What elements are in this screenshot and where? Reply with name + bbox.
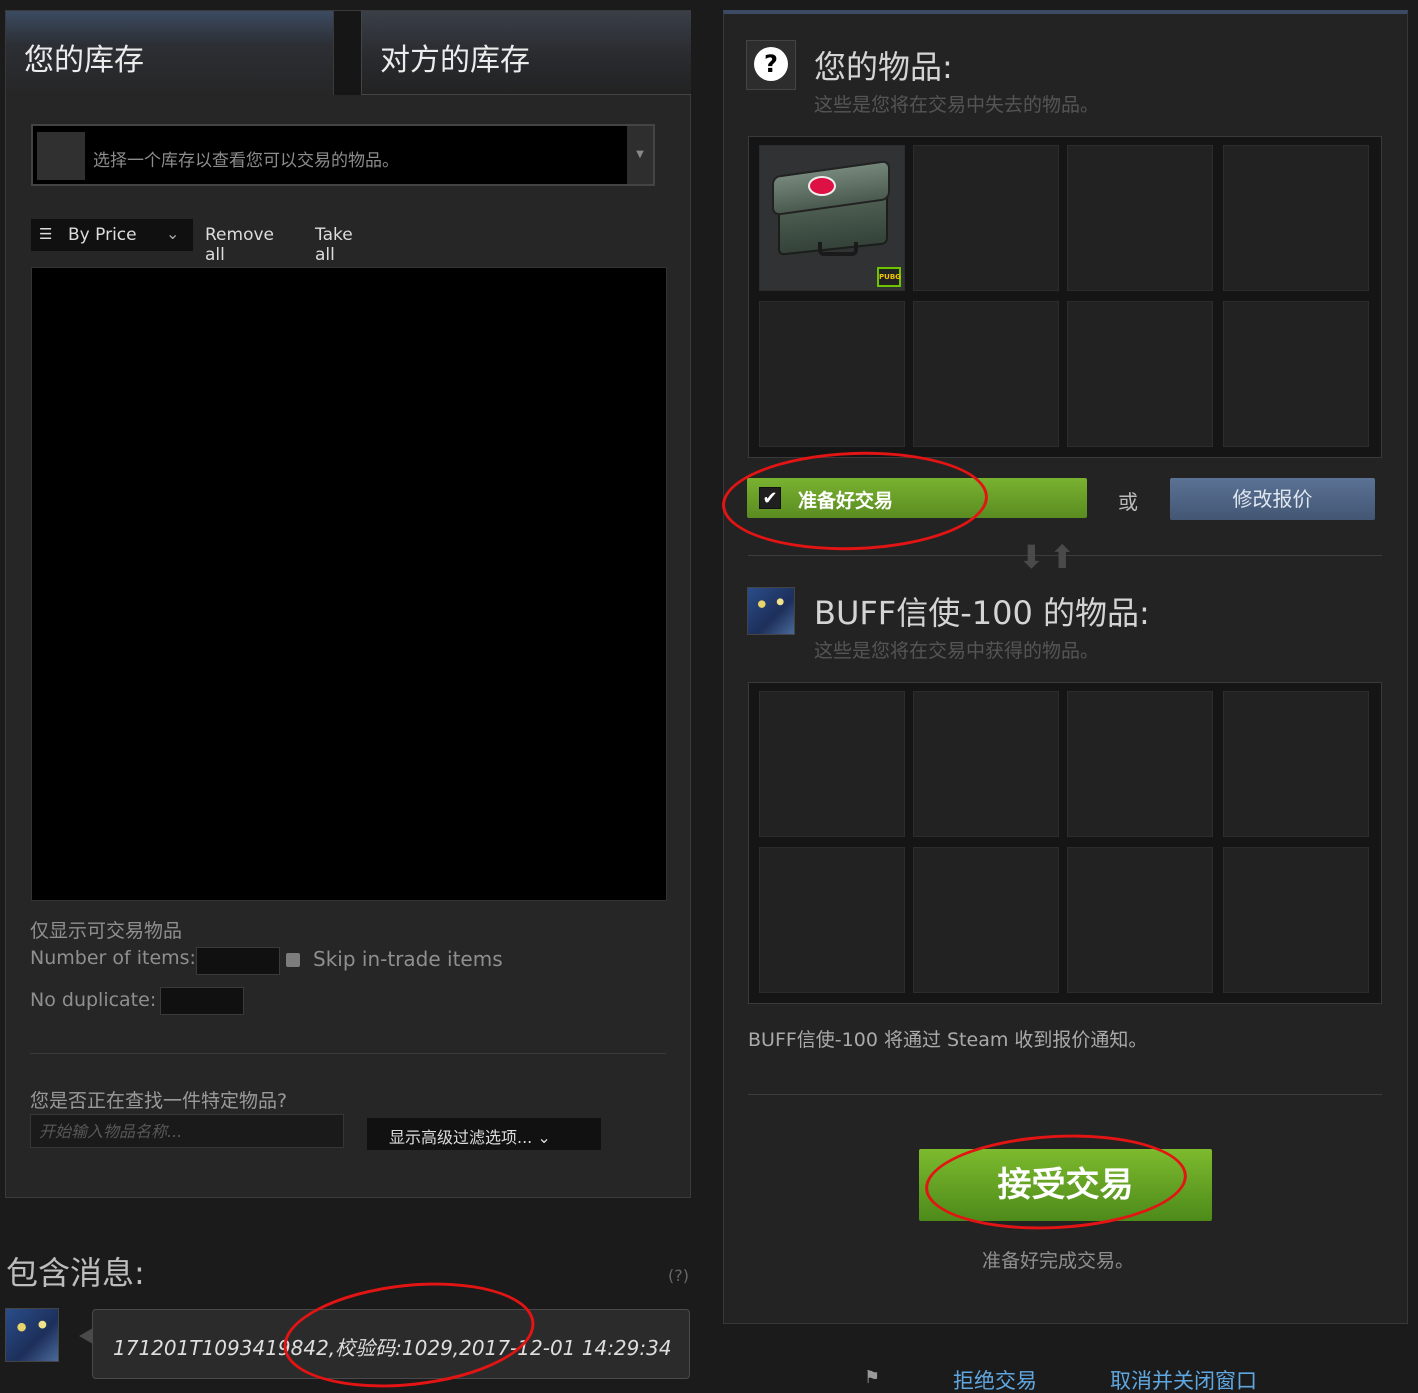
advanced-filter-label: 显示高级过滤选项... — [389, 1128, 533, 1147]
item-slot[interactable] — [759, 691, 905, 837]
chevron-down-icon: ⌄ — [537, 1128, 551, 1147]
number-of-items-label: Number of items: — [30, 947, 196, 969]
sort-icon: ☰ — [39, 225, 53, 243]
number-of-items-input[interactable] — [196, 947, 280, 975]
item-slot[interactable] — [913, 301, 1059, 447]
divider — [30, 1053, 666, 1054]
flag-icon[interactable]: ⚑ — [864, 1367, 888, 1388]
item-slot[interactable]: PUBG — [759, 145, 905, 291]
ready-to-trade-label: 准备好交易 — [798, 490, 894, 512]
no-duplicate-label: No duplicate: — [30, 989, 157, 1011]
ready-to-trade-button[interactable]: ✔ 准备好交易 — [747, 478, 1087, 518]
item-slot[interactable] — [1067, 691, 1213, 837]
divider — [748, 1094, 1382, 1095]
my-items-subtitle: 这些是您将在交易中失去的物品。 — [814, 94, 1100, 116]
item-slot[interactable] — [913, 145, 1059, 291]
item-slot[interactable] — [1223, 691, 1369, 837]
swap-arrows-icon: ⬇⬆ — [1018, 538, 1080, 576]
chevron-down-icon: ⌄ — [166, 224, 180, 243]
no-duplicate-input[interactable] — [160, 987, 244, 1015]
item-slot[interactable] — [1067, 847, 1213, 993]
dropdown-arrow-icon[interactable]: ▼ — [627, 126, 653, 184]
inventory-thumb — [37, 132, 85, 180]
checkbox-icon[interactable]: ✔ — [759, 487, 781, 509]
their-items-title: BUFF信使-100 的物品: — [814, 594, 1150, 632]
inventory-items-area — [31, 267, 667, 901]
item-slot[interactable] — [1067, 301, 1213, 447]
accept-trade-button[interactable]: 接受交易 — [919, 1149, 1212, 1221]
trade-message: 171201T1093419842,校验码:1029,2017-12-01 14… — [79, 1309, 690, 1379]
message-help-link[interactable]: (?) — [668, 1266, 689, 1285]
my-items-title: 您的物品: — [814, 48, 953, 86]
skip-in-trade-checkbox[interactable] — [286, 953, 300, 967]
ready-status-text: 准备好完成交易。 — [982, 1250, 1135, 1272]
my-items-grid: PUBG — [748, 136, 1382, 458]
change-offer-button[interactable]: 修改报价 — [1170, 478, 1375, 520]
only-tradable-label[interactable]: 仅显示可交易物品 — [30, 916, 182, 943]
skip-in-trade-label[interactable]: Skip in-trade items — [313, 947, 503, 971]
sort-dropdown[interactable]: ☰ By Price ⌄ — [31, 219, 193, 251]
their-items-subtitle: 这些是您将在交易中获得的物品。 — [814, 640, 1100, 662]
case-logo — [808, 176, 836, 196]
case-handle — [818, 242, 858, 256]
or-label: 或 — [1118, 490, 1138, 514]
their-avatar — [747, 587, 795, 635]
notify-text: BUFF信使-100 将通过 Steam 收到报价通知。 — [748, 1029, 1148, 1051]
message-title: 包含消息: — [6, 1254, 145, 1292]
advanced-filter-button[interactable]: 显示高级过滤选项... ⌄ — [367, 1118, 601, 1150]
decline-trade-link[interactable]: 拒绝交易 — [953, 1365, 1037, 1393]
my-avatar — [5, 1308, 59, 1362]
item-slot[interactable] — [1067, 145, 1213, 291]
item-slot[interactable] — [913, 691, 1059, 837]
tab-gap — [334, 11, 361, 95]
find-item-question: 您是否正在查找一件特定物品? — [30, 1090, 288, 1112]
inventory-select-text: 选择一个库存以查看您可以交易的物品。 — [93, 151, 399, 171]
item-slot[interactable] — [1223, 301, 1369, 447]
take-all-link[interactable]: Take all — [315, 225, 353, 265]
item-slot[interactable] — [759, 847, 905, 993]
pubg-badge: PUBG — [877, 267, 901, 287]
item-slot[interactable] — [913, 847, 1059, 993]
item-slot[interactable] — [1223, 847, 1369, 993]
their-items-grid — [748, 682, 1382, 1004]
tab-my-inventory[interactable]: 您的库存 — [6, 11, 334, 95]
item-slot[interactable] — [1223, 145, 1369, 291]
cancel-close-link[interactable]: 取消并关闭窗口 — [1110, 1365, 1257, 1393]
remove-all-link[interactable]: Remove all — [205, 225, 274, 265]
item-slot[interactable] — [759, 301, 905, 447]
tab-their-inventory[interactable]: 对方的库存 — [361, 11, 691, 95]
question-icon: ? — [746, 40, 796, 90]
sort-label: By Price — [68, 225, 137, 245]
item-search-input[interactable] — [30, 1114, 344, 1148]
inventory-select[interactable]: 选择一个库存以查看您可以交易的物品。 ▼ — [31, 124, 655, 186]
